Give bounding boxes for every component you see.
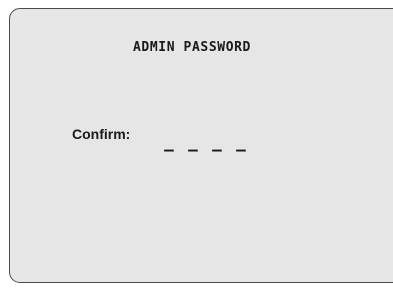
- device-screen: ADMIN PASSWORD Confirm: – – – –: [9, 8, 393, 283]
- pin-slot-1: –: [164, 140, 174, 159]
- pin-slot-4: –: [236, 140, 246, 159]
- pin-slot-2: –: [188, 140, 198, 159]
- page-title: ADMIN PASSWORD: [133, 40, 251, 55]
- confirm-label: Confirm:: [72, 126, 131, 142]
- password-confirm-field[interactable]: – – – –: [164, 140, 246, 160]
- pin-slot-3: –: [212, 140, 222, 159]
